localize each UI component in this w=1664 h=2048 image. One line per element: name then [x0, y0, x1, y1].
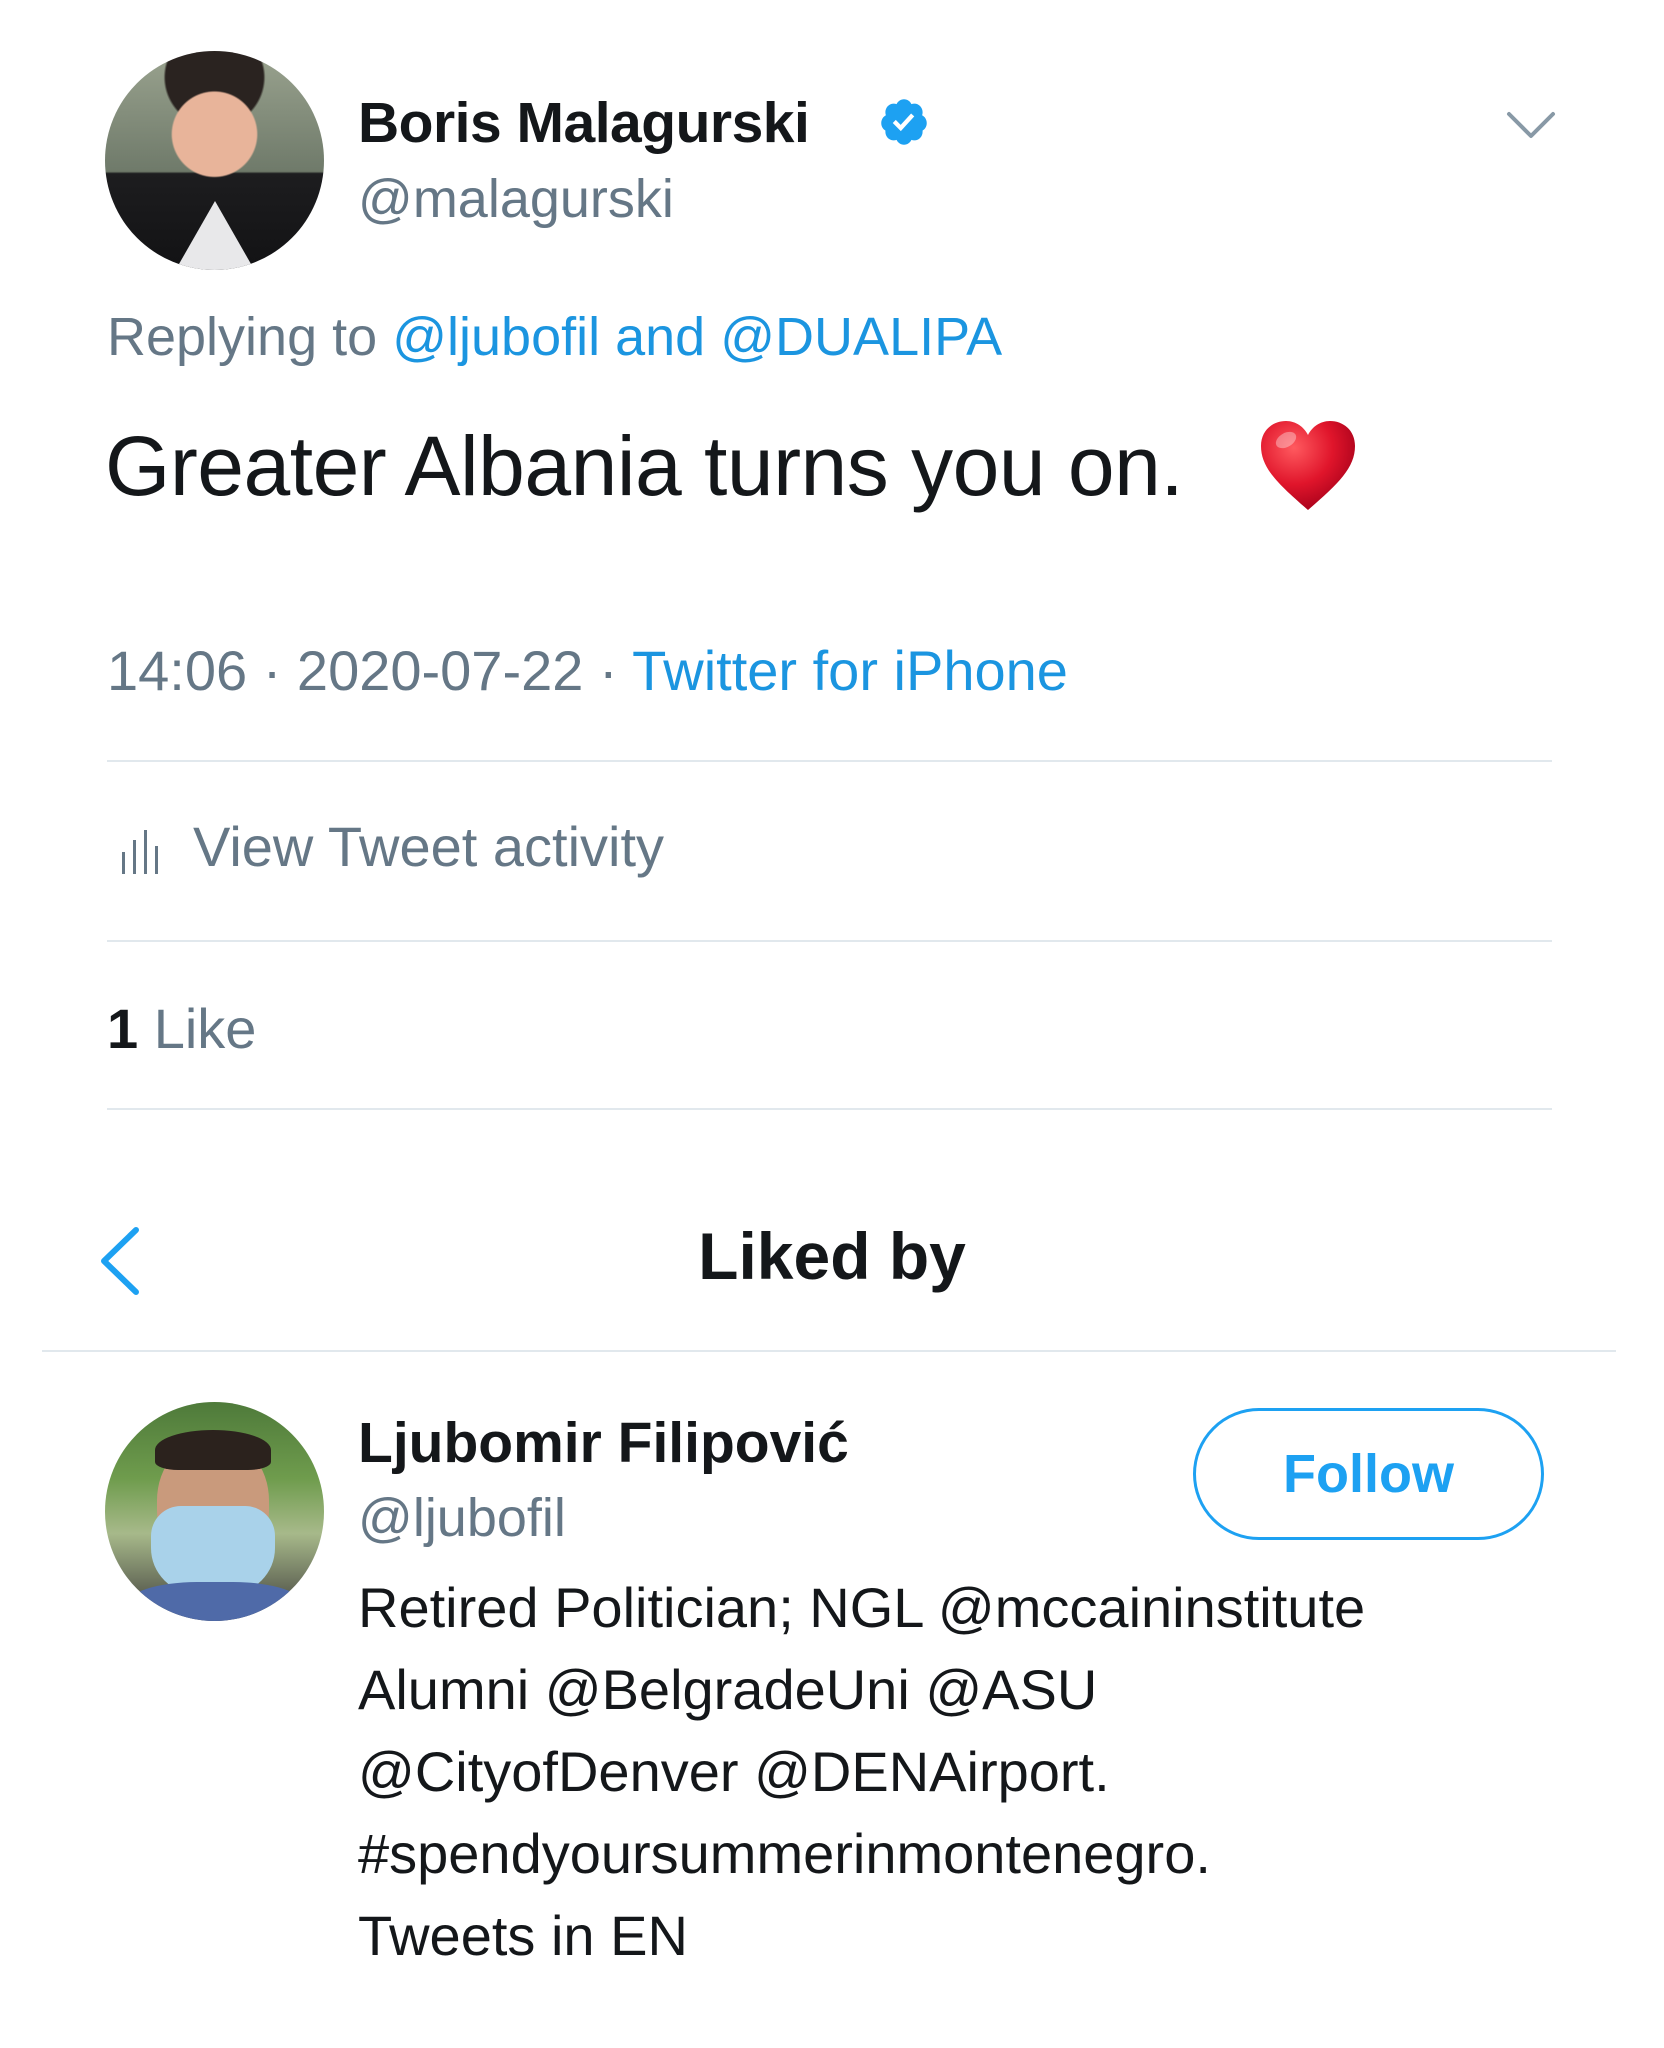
- user-avatar[interactable]: [105, 1402, 324, 1621]
- tweet-source-link[interactable]: Twitter for iPhone: [632, 639, 1068, 702]
- tweet-meta: 14:06 · 2020-07-22 · Twitter for iPhone: [107, 638, 1068, 703]
- analytics-bar-icon[interactable]: [120, 826, 160, 876]
- tweet-date: 2020-07-22: [296, 639, 584, 702]
- bio-line: Retired Politician; NGL @mccaininstitute: [358, 1576, 1366, 1639]
- tweet-time: 14:06: [107, 639, 248, 702]
- verified-badge-icon: [881, 99, 927, 145]
- reply-mention-1[interactable]: @ljubofil: [392, 307, 600, 367]
- author-handle[interactable]: @malagurski: [358, 168, 674, 230]
- red-heart-emoji-icon: [1261, 421, 1355, 510]
- user-display-name[interactable]: Ljubomir Filipović: [358, 1410, 849, 1476]
- reply-conjunction: and: [615, 307, 706, 367]
- like-label: Like: [153, 997, 257, 1060]
- replying-to-line: Replying to @ljubofil and @DUALIPA: [107, 306, 1002, 368]
- follow-button[interactable]: Follow: [1193, 1408, 1544, 1540]
- chevron-down-icon[interactable]: [1505, 108, 1557, 144]
- reply-mention-2[interactable]: @DUALIPA: [720, 307, 1002, 367]
- bio-line: Alumni @BelgradeUni @ASU: [358, 1658, 1098, 1721]
- meta-separator: ·: [262, 639, 282, 702]
- tweet-text: Greater Albania turns you on.: [105, 419, 1184, 513]
- divider: [107, 940, 1552, 942]
- author-display-name[interactable]: Boris Malagurski: [358, 90, 810, 156]
- bio-line: Tweets in EN: [358, 1904, 688, 1967]
- author-avatar[interactable]: [105, 51, 324, 270]
- user-handle[interactable]: @ljubofil: [358, 1487, 566, 1549]
- bio-line: #spendyoursummerinmontenegro.: [358, 1822, 1211, 1885]
- like-count: 1: [107, 997, 139, 1060]
- liked-by-title: Liked by: [698, 1219, 966, 1293]
- replying-prefix: Replying to: [107, 307, 378, 367]
- likes-count-link[interactable]: 1 Like: [107, 996, 256, 1061]
- user-bio: Retired Politician; NGL @mccaininstitute…: [358, 1567, 1588, 1977]
- meta-separator: ·: [598, 639, 618, 702]
- divider: [42, 1350, 1616, 1352]
- divider: [107, 1108, 1552, 1110]
- view-tweet-activity-link[interactable]: View Tweet activity: [193, 814, 664, 879]
- divider: [107, 760, 1552, 762]
- bio-line: @CityofDenver @DENAirport.: [358, 1740, 1110, 1803]
